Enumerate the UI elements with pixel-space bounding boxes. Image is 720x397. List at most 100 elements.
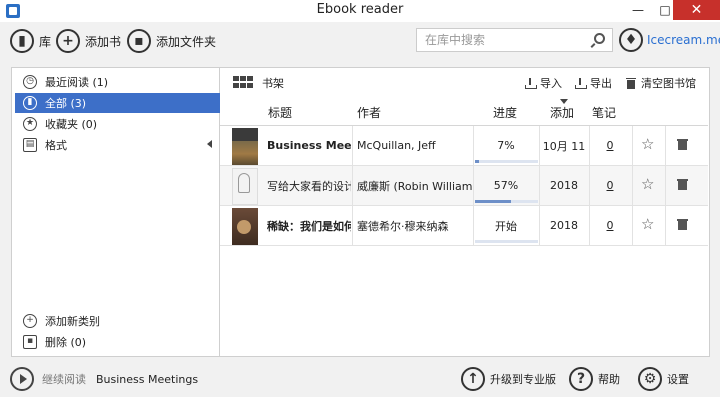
settings-label: 设置 (667, 373, 689, 386)
export-button[interactable]: 导出 (575, 75, 612, 91)
sidebar-item-formats[interactable]: ▤ 格式 (15, 135, 220, 155)
search-input[interactable] (417, 29, 587, 51)
add-book-label: 添加书 (85, 34, 122, 49)
favorite-star-icon[interactable]: ☆ (641, 217, 654, 232)
close-button[interactable]: ✕ (673, 0, 720, 20)
export-icon (575, 77, 587, 89)
clear-library-button[interactable]: 清空图书馆 (626, 75, 696, 91)
plus-icon: + (56, 29, 80, 53)
column-header-added[interactable]: 添加 (550, 104, 574, 121)
title-bar: Ebook reader — □ ✕ (0, 0, 720, 22)
book-cover (232, 128, 258, 165)
progress-bar (475, 160, 538, 163)
upgrade-label: 升级到专业版 (490, 373, 556, 386)
brand-label: Icecream.me (647, 33, 720, 47)
continue-reading-label: 继续阅读 (42, 373, 86, 386)
deleted-label: 删除 (0) (45, 336, 87, 349)
table-row[interactable]: 写给大家看的设计书 威廉斯 (Robin Williams) 57% 2018 … (220, 166, 708, 206)
favorite-star-icon[interactable]: ☆ (641, 177, 654, 192)
book-notes-link[interactable]: 0 (590, 126, 630, 165)
trash-icon (626, 77, 636, 89)
table-row[interactable]: Business Meetings McQuillan, Jeff 7% 10月… (220, 126, 708, 166)
sidebar-item-label: 最近阅读 (1) (45, 76, 109, 89)
window-title: Ebook reader (316, 2, 404, 17)
search-icon[interactable] (594, 33, 605, 44)
question-icon: ? (569, 367, 593, 391)
book-cover (232, 208, 258, 245)
book-title: 写给大家看的设计书 (267, 179, 351, 193)
plus-icon: + (23, 314, 37, 328)
continue-book-title: Business Meetings (96, 372, 199, 386)
brand-link[interactable]: ♦ Icecream.me (619, 28, 720, 52)
progress-fill (475, 160, 480, 163)
panel-header: 书架 导入 导出 清空图书馆 (220, 68, 708, 96)
book-author: 威廉斯 (Robin Williams) (357, 179, 472, 193)
column-header-title[interactable]: 标题 (268, 104, 292, 121)
book-added: 10月 11 (542, 139, 586, 153)
sidebar-item-recent[interactable]: ◷ 最近阅读 (1) (15, 72, 220, 92)
sidebar-item-label: 收藏夹 (0) (45, 118, 98, 131)
progress-bar (475, 200, 538, 203)
library-button[interactable]: ▮ 库 (10, 28, 51, 54)
trash-icon: ▪ (23, 335, 37, 349)
continue-reading-button[interactable]: 继续阅读 Business Meetings (10, 367, 198, 391)
book-notes-link[interactable]: 0 (590, 206, 630, 245)
sidebar-item-all[interactable]: ▮ 全部 (3) (15, 93, 220, 113)
book-author: 塞德希尔·穆来纳森 (357, 219, 449, 233)
add-book-button[interactable]: + 添加书 (56, 28, 121, 54)
gear-icon: ⚙ (638, 367, 662, 391)
grid-view-icon[interactable] (233, 76, 253, 88)
icecream-logo-icon: ♦ (619, 28, 643, 52)
sidebar-item-favorites[interactable]: ★ 收藏夹 (0) (15, 114, 220, 134)
delete-trash-icon[interactable] (677, 179, 688, 190)
book-author: McQuillan, Jeff (357, 139, 436, 152)
book-title: Business Meetings (267, 139, 351, 152)
star-icon: ★ (23, 117, 37, 131)
sidebar-item-label: 全部 (3) (45, 97, 87, 110)
clear-library-label: 清空图书馆 (641, 77, 696, 90)
book-title: 稀缺：我们是如何陷入贫穷与忙碌的 (267, 219, 351, 233)
collapse-arrow-icon[interactable] (207, 140, 212, 148)
play-icon (10, 367, 34, 391)
delete-trash-icon[interactable] (677, 219, 688, 230)
sidebar: ◷ 最近阅读 (1) ▮ 全部 (3) ★ 收藏夹 (0) ▤ 格式 + 添加新… (11, 67, 220, 357)
export-label: 导出 (590, 77, 612, 90)
column-header-notes[interactable]: 笔记 (592, 104, 616, 121)
book-added: 2018 (550, 179, 578, 192)
clock-icon: ◷ (23, 75, 37, 89)
column-header-progress[interactable]: 进度 (493, 104, 517, 121)
add-folder-button[interactable]: ▪ 添加文件夹 (127, 28, 216, 54)
upgrade-button[interactable]: ↑ 升级到专业版 (461, 367, 556, 391)
import-button[interactable]: 导入 (525, 75, 562, 91)
favorite-star-icon[interactable]: ☆ (641, 137, 654, 152)
book-notes-link[interactable]: 0 (590, 166, 630, 205)
library-icon: ▮ (10, 29, 34, 53)
arrow-up-icon: ↑ (461, 367, 485, 391)
book-list-panel: 书架 导入 导出 清空图书馆 标题 作者 进度 添加 笔记 Business M… (220, 67, 710, 357)
delete-trash-icon[interactable] (677, 139, 688, 150)
document-icon: ▤ (23, 138, 37, 152)
sidebar-item-deleted[interactable]: ▪ 删除 (0) (15, 332, 220, 352)
settings-button[interactable]: ⚙ 设置 (638, 367, 689, 391)
folder-icon: ▪ (127, 29, 151, 53)
import-label: 导入 (540, 77, 562, 90)
help-label: 帮助 (598, 373, 620, 386)
bottom-bar: 继续阅读 Business Meetings ↑ 升级到专业版 ? 帮助 ⚙ 设… (0, 362, 720, 397)
help-button[interactable]: ? 帮助 (569, 367, 620, 391)
search-box (416, 28, 613, 52)
add-folder-label: 添加文件夹 (156, 34, 217, 49)
table-row[interactable]: 稀缺：我们是如何陷入贫穷与忙碌的 塞德希尔·穆来纳森 开始 2018 0 ☆ (220, 206, 708, 246)
library-label: 库 (39, 34, 52, 49)
book-added: 2018 (550, 219, 578, 232)
book-icon: ▮ (23, 96, 37, 110)
add-category-button[interactable]: + 添加新类别 (15, 311, 220, 331)
minimize-button[interactable]: — (623, 0, 653, 20)
toolbar: ▮ 库 + 添加书 ▪ 添加文件夹 ♦ Icecream.me (0, 22, 720, 62)
book-cover (232, 168, 258, 205)
sidebar-item-label: 格式 (45, 139, 67, 152)
import-icon (525, 77, 537, 89)
progress-bar (475, 240, 538, 243)
column-header-author[interactable]: 作者 (357, 104, 381, 121)
shelf-label: 书架 (262, 77, 284, 90)
progress-fill (475, 200, 511, 203)
